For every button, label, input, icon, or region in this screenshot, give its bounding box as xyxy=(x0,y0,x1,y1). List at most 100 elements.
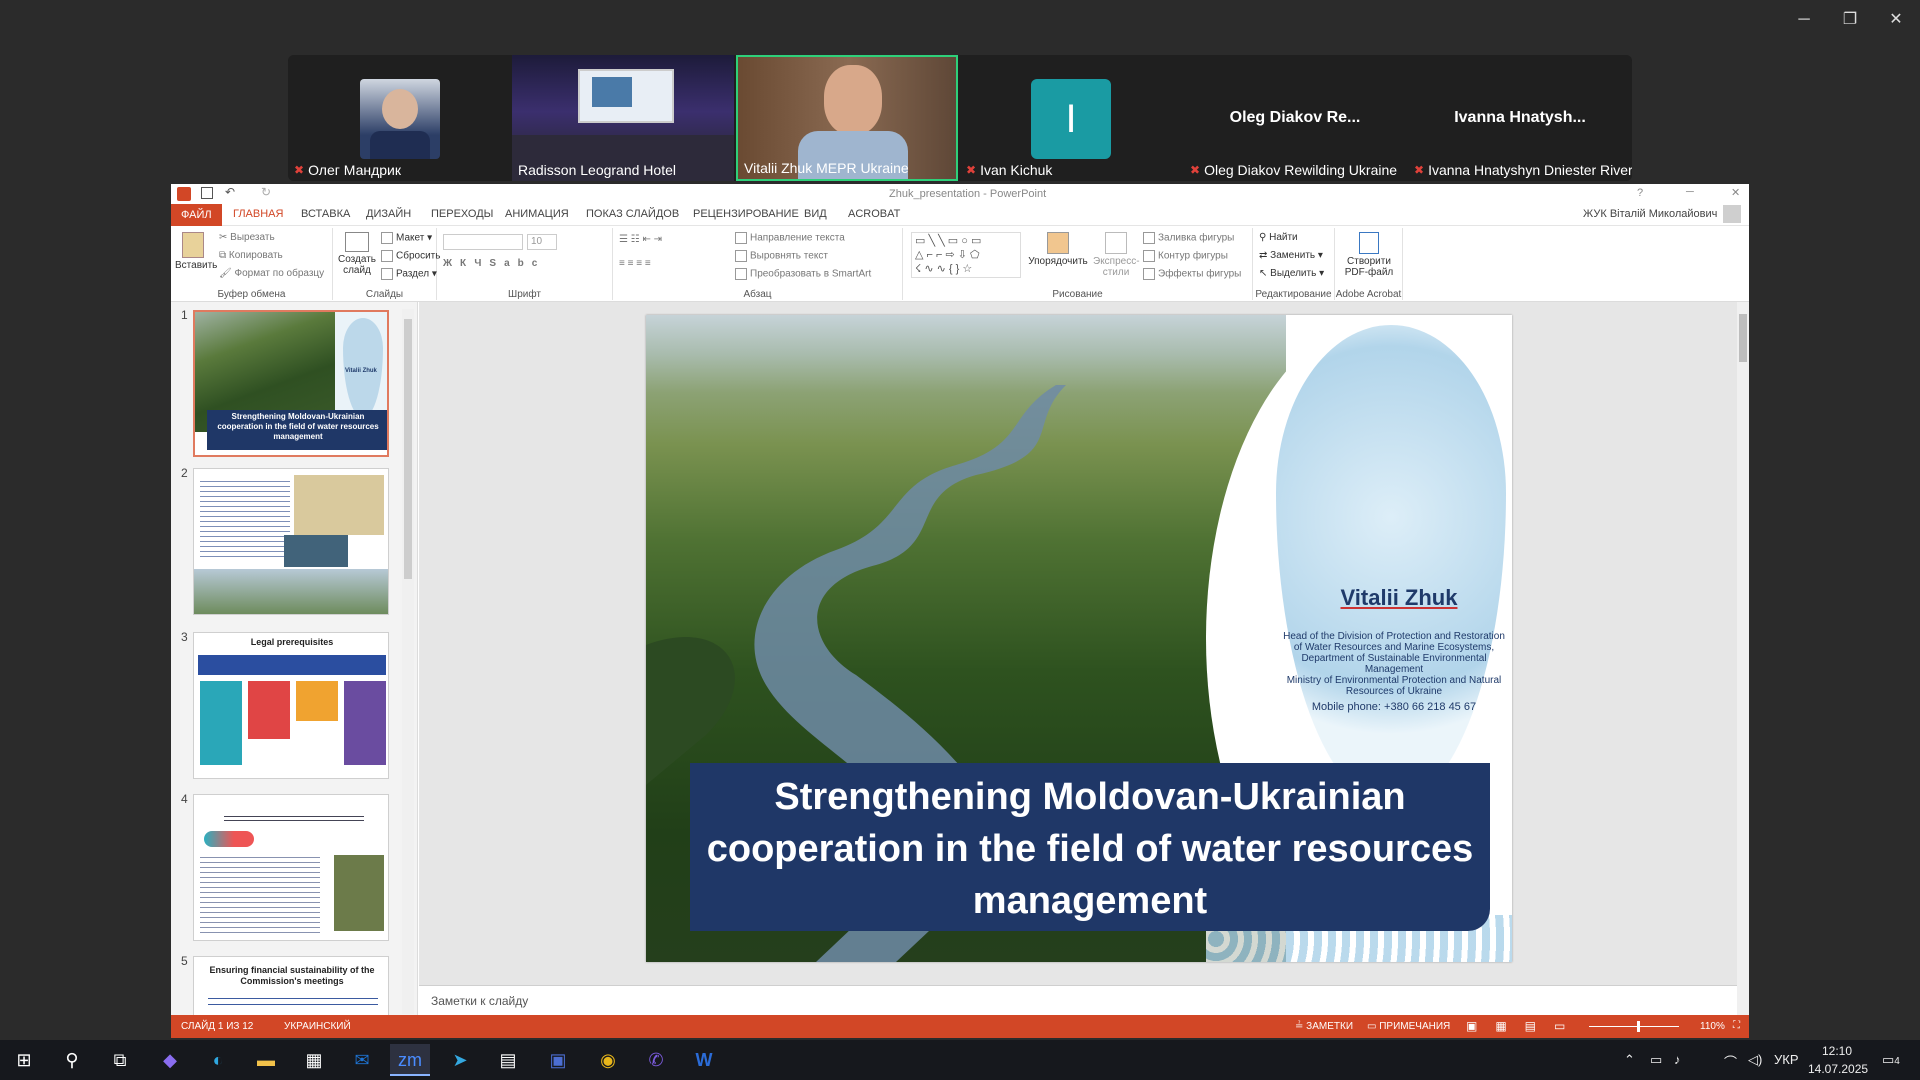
font-size-input[interactable]: 10 xyxy=(527,234,557,250)
task-view-icon[interactable]: ⧉ xyxy=(100,1044,140,1076)
user-avatar-icon[interactable] xyxy=(1723,205,1741,223)
close-button[interactable]: ✕ xyxy=(1876,8,1916,32)
notes-toggle[interactable]: ≟ ЗАМЕТКИ xyxy=(1295,1021,1353,1032)
participant-tile[interactable]: Radisson Leogrand Hotel xyxy=(512,55,734,181)
ribbon-tabs: ФАЙЛ ГЛАВНАЯ ВСТАВКА ДИЗАЙН ПЕРЕХОДЫ АНИ… xyxy=(171,204,1749,226)
tab-transitions[interactable]: ПЕРЕХОДЫ xyxy=(431,208,493,220)
smartart-button[interactable]: Преобразовать в SmartArt xyxy=(735,268,871,280)
find-button[interactable]: ⚲ Найти xyxy=(1259,232,1298,243)
language-indicator[interactable]: УКРАИНСКИЙ xyxy=(284,1021,351,1032)
presenter-position: Head of the Division of Protection and R… xyxy=(1283,631,1505,675)
notes-pane[interactable]: Заметки к слайду xyxy=(419,985,1737,1015)
word-icon[interactable]: W xyxy=(684,1044,724,1076)
participant-tile-active[interactable]: Vitalii Zhuk MEPR Ukraine xyxy=(736,55,958,181)
thumbnail-slide-4[interactable] xyxy=(193,794,389,941)
store-icon[interactable]: ▦ xyxy=(294,1044,334,1076)
font-format-buttons[interactable]: ЖКЧSabc xyxy=(443,258,545,269)
windows-start-icon[interactable]: ⊞ xyxy=(4,1044,44,1076)
align-text-button[interactable]: Выровнять текст xyxy=(735,250,828,262)
shapes-gallery[interactable]: ▭ ╲ ╲ ▭ ○ ▭ △ ⌐ ⌐ ⇨ ⇩ ⬠ ☇ ∿ ∿ { } ☆ xyxy=(911,232,1021,278)
redo-icon[interactable]: ↻ xyxy=(261,185,271,199)
telegram-icon[interactable]: ➤ xyxy=(440,1044,480,1076)
bullets-button[interactable]: ☰ ☷ ⇤ ⇥ xyxy=(619,234,662,245)
copilot-icon[interactable]: ◆ xyxy=(150,1044,190,1076)
participant-tile[interactable]: Oleg Diakov Re... ✖ Oleg Diakov Rewilding… xyxy=(1184,55,1406,181)
thumb-number: 3 xyxy=(181,630,188,644)
format-painter-button[interactable]: 🖌 Формат по образцу xyxy=(219,268,324,279)
new-slide-button[interactable]: Создать слайд xyxy=(337,232,377,276)
align-buttons[interactable]: ≡ ≡ ≡ ≡ xyxy=(619,258,651,269)
quick-styles-button[interactable]: Экспресс-стили xyxy=(1093,232,1140,278)
zoom-icon[interactable]: zm xyxy=(390,1044,430,1076)
minimize-button[interactable]: ─ xyxy=(1784,8,1824,32)
comments-toggle[interactable]: ▭ ПРИМЕЧАНИЯ xyxy=(1367,1021,1450,1032)
select-button[interactable]: ↖ Выделить ▾ xyxy=(1259,268,1324,279)
tab-review[interactable]: РЕЦЕНЗИРОВАНИЕ xyxy=(693,208,799,220)
volume-icon[interactable]: ◁) xyxy=(1748,1052,1762,1068)
restore-button[interactable]: ❐ xyxy=(1830,8,1870,32)
thumbnail-slide-2[interactable] xyxy=(193,468,389,615)
search-icon[interactable]: ⚲ xyxy=(52,1044,92,1076)
shape-effects-button[interactable]: Эффекты фигуры xyxy=(1143,268,1241,280)
font-name-input[interactable] xyxy=(443,234,523,250)
thumb-text-lines xyxy=(200,853,320,933)
clock-date[interactable]: 14.07.2025 xyxy=(1808,1062,1868,1076)
arrange-button[interactable]: Упорядочить xyxy=(1027,232,1089,267)
outlook-icon[interactable]: ✉ xyxy=(342,1044,382,1076)
thumbnail-slide-3[interactable]: Legal prerequisites xyxy=(193,632,389,779)
slide-title[interactable]: Strengthening Moldovan-Ukrainian coopera… xyxy=(698,771,1482,927)
ppt-close-button[interactable]: ✕ xyxy=(1731,186,1740,199)
meet-now-icon[interactable]: ▭ xyxy=(1650,1052,1662,1068)
ppt-minimize-button[interactable]: ─ xyxy=(1686,186,1694,198)
participant-tile[interactable]: Ivanna Hnatysh... ✖ Ivanna Hnatyshyn Dnie… xyxy=(1408,55,1632,181)
shape-outline-button[interactable]: Контур фигуры xyxy=(1143,250,1228,262)
save-app-icon[interactable]: ▣ xyxy=(538,1044,578,1076)
shape-fill-button[interactable]: Заливка фигуры xyxy=(1143,232,1234,244)
edge-icon[interactable]: ◐ xyxy=(198,1044,238,1076)
clock-time[interactable]: 12:10 xyxy=(1822,1044,1852,1058)
section-button[interactable]: Раздел ▾ xyxy=(381,268,437,280)
zoom-level[interactable]: 110% xyxy=(1700,1021,1725,1032)
undo-icon[interactable]: ↶ xyxy=(225,185,235,199)
thumbnail-slide-5[interactable]: Ensuring financial sustainability of the… xyxy=(193,956,389,1015)
text-direction-button[interactable]: Направление текста xyxy=(735,232,845,244)
copy-button[interactable]: ⧉ Копировать xyxy=(219,250,283,261)
tab-animation[interactable]: АНИМАЦИЯ xyxy=(505,208,569,220)
layout-button[interactable]: Макет ▾ xyxy=(381,232,432,244)
chrome-icon[interactable]: ◉ xyxy=(588,1044,628,1076)
fit-slide-icon[interactable]: ⛶ xyxy=(1733,1020,1740,1031)
notepad-icon[interactable]: ▤ xyxy=(488,1044,528,1076)
tray-chevron-icon[interactable]: ⌃ xyxy=(1624,1052,1635,1068)
slide-scrollbar[interactable] xyxy=(1737,302,1749,1015)
paste-button[interactable]: Вставить xyxy=(175,232,217,271)
viber-icon[interactable]: ✆ xyxy=(636,1044,676,1076)
current-slide[interactable]: Vitalii Zhuk Head of the Division of Pro… xyxy=(646,315,1512,962)
create-pdf-button[interactable]: Створити PDF-файл xyxy=(1339,232,1399,278)
network-icon[interactable]: ⌒ xyxy=(1724,1052,1737,1071)
thumbnails-scrollbar[interactable] xyxy=(402,309,414,1014)
tab-file[interactable]: ФАЙЛ xyxy=(171,204,222,226)
tab-slideshow[interactable]: ПОКАЗ СЛАЙДОВ xyxy=(586,208,679,220)
reset-button[interactable]: Сбросить xyxy=(381,250,440,262)
save-icon[interactable] xyxy=(201,187,213,199)
file-explorer-icon[interactable]: ▬ xyxy=(246,1044,286,1076)
mic-muted-icon: ✖ xyxy=(294,163,305,177)
notifications-icon[interactable]: ▭4 xyxy=(1882,1052,1900,1068)
cut-button[interactable]: ✂ Вырезать xyxy=(219,232,275,243)
keyboard-language[interactable]: УКР xyxy=(1774,1052,1799,1067)
user-name[interactable]: ЖУК Віталій Миколайович xyxy=(1583,208,1717,220)
help-icon[interactable]: ? xyxy=(1637,187,1643,199)
tab-insert[interactable]: ВСТАВКА xyxy=(301,208,350,220)
thumbnail-slide-1[interactable]: Vitalii Zhuk Strengthening Moldovan-Ukra… xyxy=(193,310,389,457)
microphone-icon[interactable]: ♪ xyxy=(1674,1052,1681,1067)
tab-view[interactable]: ВИД xyxy=(804,208,827,220)
view-buttons[interactable]: ▣▦▤▭ xyxy=(1466,1019,1583,1033)
tab-acrobat[interactable]: ACROBAT xyxy=(848,208,900,220)
thumb-title: Legal prerequisites xyxy=(250,637,334,647)
tab-home[interactable]: ГЛАВНАЯ xyxy=(233,208,283,220)
replace-button[interactable]: ⇄ Заменить ▾ xyxy=(1259,250,1323,261)
participant-tile[interactable]: I ✖ Ivan Kichuk xyxy=(960,55,1182,181)
participant-tile[interactable]: ✖ Олег Мандрик xyxy=(288,55,510,181)
tab-design[interactable]: ДИЗАЙН xyxy=(366,208,411,220)
zoom-slider[interactable] xyxy=(1589,1021,1679,1032)
